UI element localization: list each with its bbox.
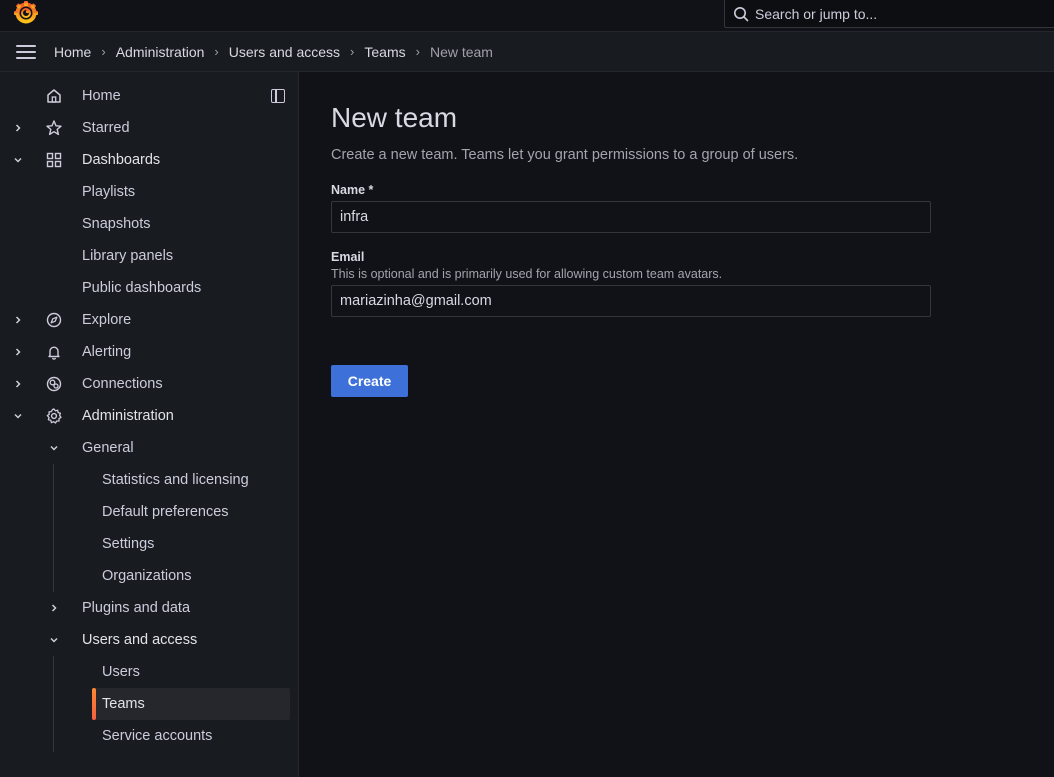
breadcrumb-users-and-access[interactable]: Users and access [229,44,340,60]
home-icon [47,89,61,103]
email-input[interactable] [331,285,931,317]
chevron-down-icon[interactable] [12,154,24,166]
hamburger-menu-icon[interactable] [16,44,38,60]
connections-icon [46,376,62,392]
email-label: Email [331,250,365,264]
gear-icon [46,408,62,424]
breadcrumb-administration[interactable]: Administration [116,44,205,60]
sidebar-item-service-accounts[interactable]: Service accounts [102,720,212,752]
sidebar-item-playlists[interactable]: Playlists [82,176,135,208]
sidebar-item-public-dashboards[interactable]: Public dashboards [82,272,201,304]
sidebar-item-settings[interactable]: Settings [102,528,154,560]
breadcrumb-new-team: New team [429,43,493,60]
sidebar-item-starred[interactable]: Starred [82,112,130,144]
email-description: This is optional and is primarily used f… [331,267,723,281]
sidebar-item-administration[interactable]: Administration [82,400,174,432]
sidebar-item-connections[interactable]: Connections [82,368,163,400]
sidebar-item-alerting[interactable]: Alerting [82,336,131,368]
chevron-down-icon[interactable] [48,634,60,646]
sidebar-item-organizations[interactable]: Organizations [102,560,191,592]
sidebar-item-home[interactable]: Home [82,80,121,112]
top-bar: Search or jump to... [0,0,1054,32]
sidebar-item-snapshots[interactable]: Snapshots [82,208,151,240]
breadcrumb-bar: Home › Administration › Users and access… [0,32,1054,72]
dashboards-grid-icon [46,152,62,168]
main-content: New team Create a new team. Teams let yo… [299,72,1054,777]
chevron-right-icon: › [214,44,219,59]
active-indicator [92,688,96,720]
chevron-right-icon[interactable] [12,122,24,134]
chevron-right-icon: › [101,44,106,59]
sidebar-item-default-preferences[interactable]: Default preferences [102,496,229,528]
name-input[interactable] [331,201,931,233]
breadcrumb-teams[interactable]: Teams [364,44,405,60]
chevron-down-icon[interactable] [48,442,60,454]
sidebar-item-plugins-and-data[interactable]: Plugins and data [82,592,190,624]
dock-menu-icon[interactable] [271,89,285,103]
sidebar-item-library-panels[interactable]: Library panels [82,240,173,272]
chevron-right-icon[interactable] [12,346,24,358]
search-icon [734,6,749,21]
search-placeholder: Search or jump to... [755,5,878,22]
page-subtitle: Create a new team. Teams let you grant p… [331,147,799,163]
chevron-right-icon[interactable] [12,378,24,390]
chevron-right-icon[interactable] [48,602,60,614]
sidebar-item-statistics[interactable]: Statistics and licensing [102,464,249,496]
sidebar-nav: Home Starred Dashboards Playlists Snapsh… [0,72,299,777]
search-bar[interactable]: Search or jump to... [724,0,1054,28]
chevron-right-icon: › [415,44,420,59]
sidebar-item-teams[interactable]: Teams [102,688,145,720]
chevron-right-icon: › [350,44,355,59]
chevron-down-icon[interactable] [12,410,24,422]
sidebar-item-explore[interactable]: Explore [82,304,131,336]
breadcrumb: Home › Administration › Users and access… [54,44,493,60]
breadcrumb-home[interactable]: Home [54,44,91,60]
tree-line [53,464,54,592]
sidebar-item-users-and-access[interactable]: Users and access [82,624,197,656]
sidebar-item-users[interactable]: Users [102,656,140,688]
tree-line [53,656,54,752]
page-title: New team [331,102,458,133]
sidebar-item-general[interactable]: General [82,432,134,464]
bell-icon [48,346,60,360]
name-label: Name * [331,183,374,197]
grafana-logo-icon[interactable] [13,0,39,26]
create-button[interactable]: Create [331,365,408,397]
compass-icon [46,312,62,328]
chevron-right-icon[interactable] [12,314,24,326]
star-icon [46,120,62,136]
sidebar-item-dashboards[interactable]: Dashboards [82,144,160,176]
